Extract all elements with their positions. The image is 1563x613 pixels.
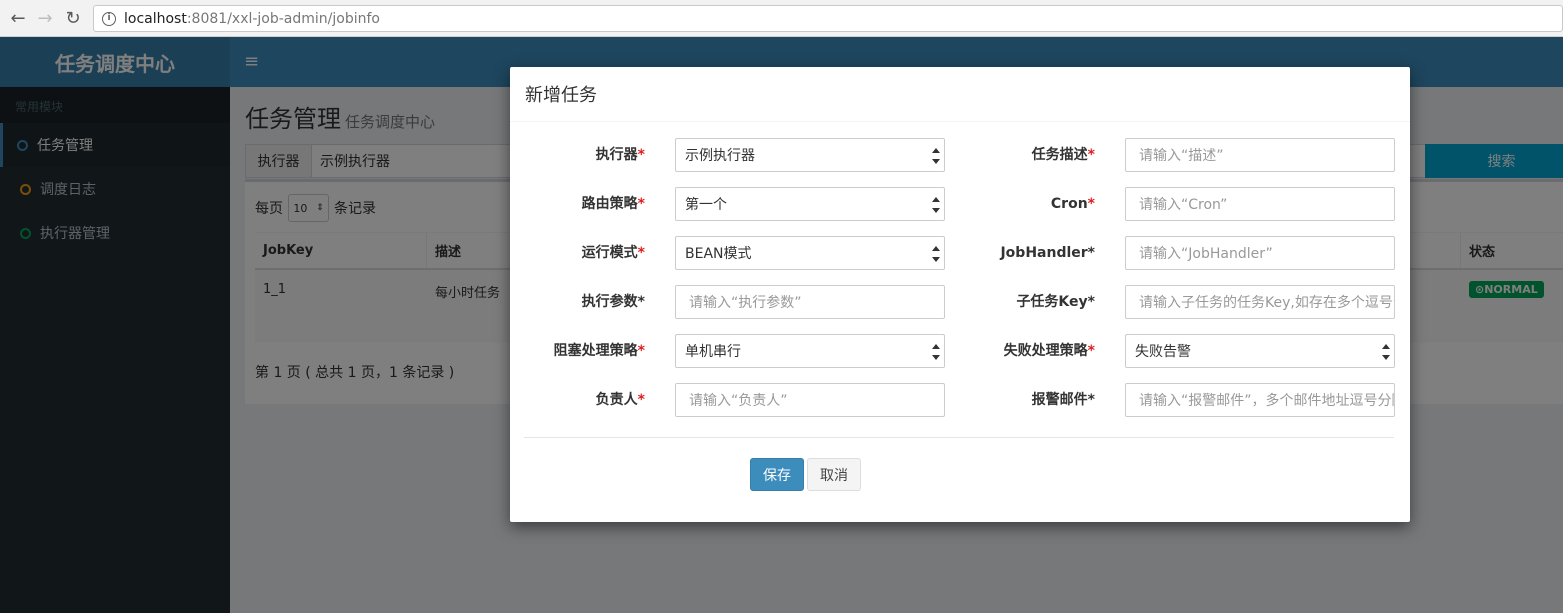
required-mark: *	[1087, 294, 1095, 310]
modal-divider	[524, 437, 1394, 438]
label-text: 失败处理策略	[1003, 343, 1088, 359]
label-text: 子任务Key	[1016, 294, 1088, 310]
select-arrows-icon	[932, 197, 940, 213]
required-mark: *	[637, 147, 645, 163]
label-text: 运行模式	[581, 245, 638, 261]
form-row: 阻塞处理策略* 单机串行 失败处理策略* 失败告警	[510, 334, 1410, 368]
fail-strategy-select[interactable]: 失败告警	[1125, 334, 1395, 368]
field-label-fail-strategy: 失败处理策略*	[975, 334, 1095, 368]
job-desc-input[interactable]: 请输入“描述”	[1125, 138, 1395, 172]
form-row: 路由策略* 第一个 Cron* 请输入“Cron”	[510, 187, 1410, 221]
address-bar[interactable]: i localhost:8081/xxl-job-admin/jobinfo	[93, 5, 1563, 32]
label-text: JobHandler	[1000, 245, 1088, 261]
executor-select[interactable]: 示例执行器	[675, 138, 945, 172]
required-mark: *	[1087, 196, 1095, 212]
label-text: 报警邮件	[1031, 392, 1088, 408]
label-text: 阻塞处理策略	[553, 343, 638, 359]
url-path: :8081/xxl-job-admin/jobinfo	[186, 10, 380, 27]
label-text: 执行器	[595, 147, 638, 163]
required-mark: *	[637, 294, 645, 310]
label-text: 路由策略	[581, 196, 638, 212]
required-mark: *	[1087, 392, 1095, 408]
field-label-block-strategy: 阻塞处理策略*	[525, 334, 645, 368]
form-row: 执行参数* 请输入“执行参数” 子任务Key* 请输入子任务的任务Key,如存在…	[510, 285, 1410, 319]
field-label-job-desc: 任务描述*	[975, 138, 1095, 172]
field-label-child-job-key: 子任务Key*	[975, 285, 1095, 319]
label-text: 负责人	[595, 392, 638, 408]
cron-input[interactable]: 请输入“Cron”	[1125, 187, 1395, 221]
select-value: 示例执行器	[685, 148, 755, 164]
forward-icon[interactable]: →	[32, 5, 58, 31]
select-value: BEAN模式	[685, 246, 752, 262]
add-job-modal: 新增任务 执行器* 示例执行器 任务描述* 请输入“描述” 路由策略* 第一个 …	[510, 67, 1410, 522]
required-mark: *	[637, 245, 645, 261]
field-label-route-strategy: 路由策略*	[525, 187, 645, 221]
select-arrows-icon	[932, 344, 940, 360]
field-label-executor-param: 执行参数*	[525, 285, 645, 319]
save-button[interactable]: 保存	[750, 458, 804, 491]
author-input[interactable]: 请输入“负责人”	[675, 383, 945, 417]
field-label-executor: 执行器*	[525, 138, 645, 172]
route-strategy-select[interactable]: 第一个	[675, 187, 945, 221]
modal-title: 新增任务	[510, 67, 1410, 122]
field-label-job-handler: JobHandler*	[975, 236, 1095, 270]
required-mark: *	[637, 343, 645, 359]
label-text: Cron	[1050, 196, 1088, 212]
required-mark: *	[1087, 343, 1095, 359]
glue-type-select[interactable]: BEAN模式	[675, 236, 945, 270]
field-label-cron: Cron*	[975, 187, 1095, 221]
required-mark: *	[1087, 245, 1095, 261]
select-arrows-icon	[932, 246, 940, 262]
select-value: 失败告警	[1135, 344, 1191, 360]
field-label-author: 负责人*	[525, 383, 645, 417]
required-mark: *	[1087, 147, 1095, 163]
field-label-glue-type: 运行模式*	[525, 236, 645, 270]
reload-icon[interactable]: ↻	[60, 5, 86, 31]
block-strategy-select[interactable]: 单机串行	[675, 334, 945, 368]
back-icon[interactable]: ←	[5, 5, 31, 31]
alarm-email-input[interactable]: 请输入“报警邮件”，多个邮件地址逗号分隔	[1125, 383, 1395, 417]
select-arrows-icon	[932, 148, 940, 164]
field-label-alarm-email: 报警邮件*	[975, 383, 1095, 417]
job-handler-input[interactable]: 请输入“JobHandler”	[1125, 236, 1395, 270]
url-host: localhost	[124, 10, 187, 27]
cancel-button[interactable]: 取消	[807, 458, 861, 491]
info-icon[interactable]: i	[102, 11, 116, 26]
required-mark: *	[637, 196, 645, 212]
executor-param-input[interactable]: 请输入“执行参数”	[675, 285, 945, 319]
form-row: 运行模式* BEAN模式 JobHandler* 请输入“JobHandler”	[510, 236, 1410, 270]
required-mark: *	[637, 392, 645, 408]
label-text: 执行参数	[581, 294, 638, 310]
child-job-key-input[interactable]: 请输入子任务的任务Key,如存在多个逗号分隔	[1125, 285, 1395, 319]
select-value: 第一个	[685, 197, 727, 213]
select-value: 单机串行	[685, 344, 741, 360]
select-arrows-icon	[1382, 344, 1390, 360]
browser-toolbar: ← → ↻ i localhost:8081/xxl-job-admin/job…	[0, 0, 1563, 37]
form-row: 执行器* 示例执行器 任务描述* 请输入“描述”	[510, 138, 1410, 172]
form-row: 负责人* 请输入“负责人” 报警邮件* 请输入“报警邮件”，多个邮件地址逗号分隔	[510, 383, 1410, 417]
label-text: 任务描述	[1031, 147, 1088, 163]
